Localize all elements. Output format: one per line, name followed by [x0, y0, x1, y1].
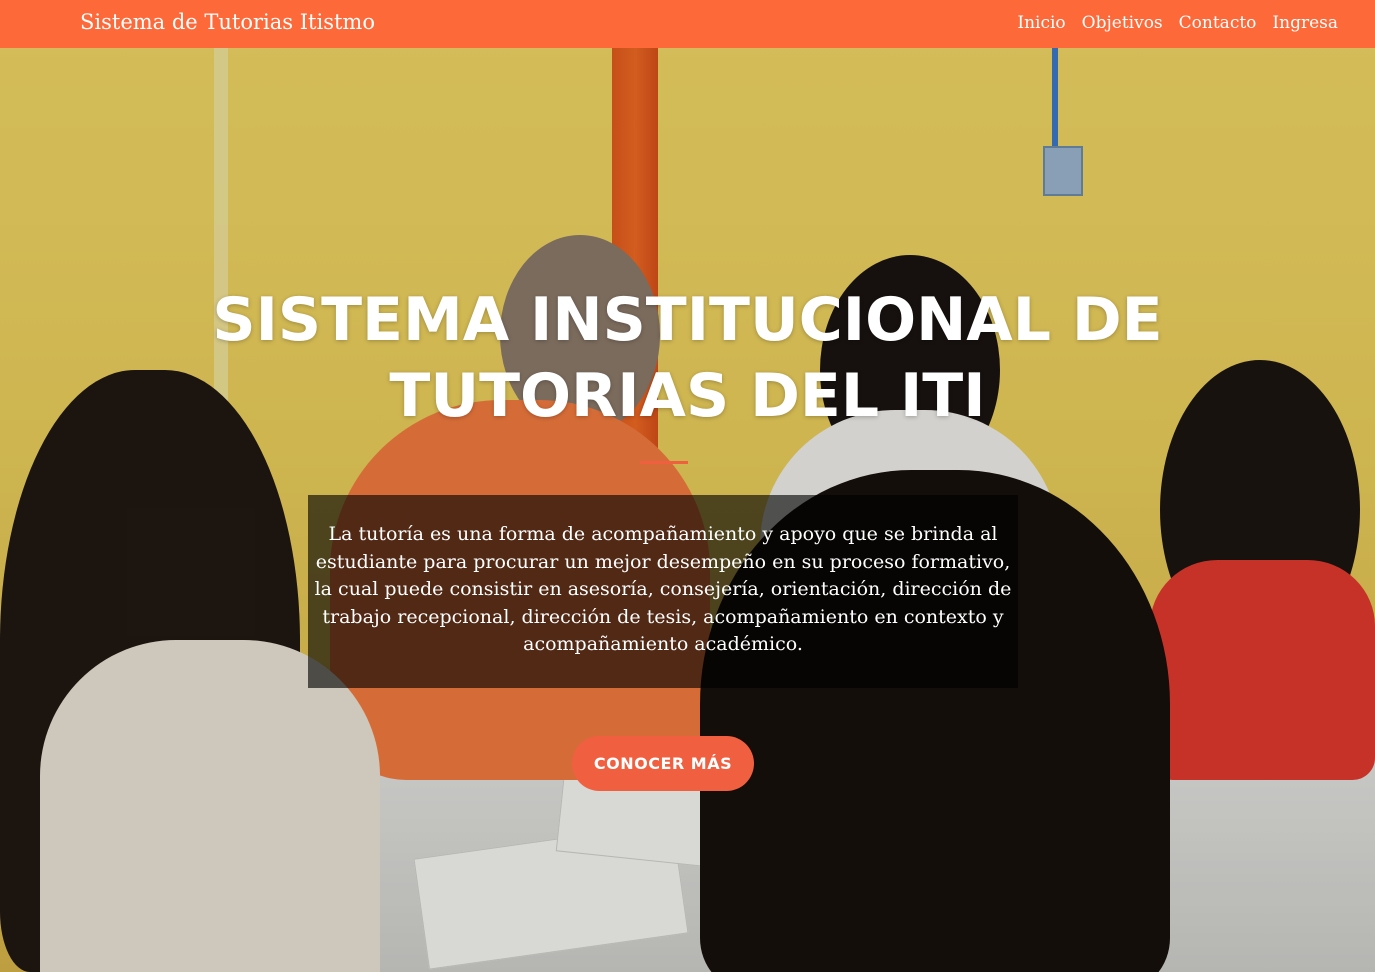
- page: Sistema de Tutorias Itistmo Inicio Objet…: [0, 0, 1375, 972]
- intro-text: La tutoría es una forma de acompañamient…: [314, 523, 1012, 655]
- top-navbar: Sistema de Tutorias Itistmo Inicio Objet…: [0, 0, 1375, 48]
- nav-link-inicio[interactable]: Inicio: [1017, 13, 1065, 33]
- hero-background-photo: [0, 0, 1375, 972]
- nav-link-contacto[interactable]: Contacto: [1179, 13, 1257, 33]
- background-shade: [0, 0, 1375, 972]
- title-divider: [640, 461, 688, 464]
- nav-link-objetivos[interactable]: Objetivos: [1082, 13, 1163, 33]
- brand-link[interactable]: Sistema de Tutorias Itistmo: [80, 10, 375, 34]
- nav-link-ingresa[interactable]: Ingresa: [1272, 13, 1338, 33]
- conocer-mas-button[interactable]: CONOCER MÁS: [572, 736, 754, 791]
- intro-box: La tutoría es una forma de acompañamient…: [308, 495, 1018, 688]
- hero-title: SISTEMA INSTITUCIONAL DE TUTORIAS DEL IT…: [212, 285, 1163, 431]
- nav-links: Inicio Objetivos Contacto Ingresa: [1017, 13, 1338, 33]
